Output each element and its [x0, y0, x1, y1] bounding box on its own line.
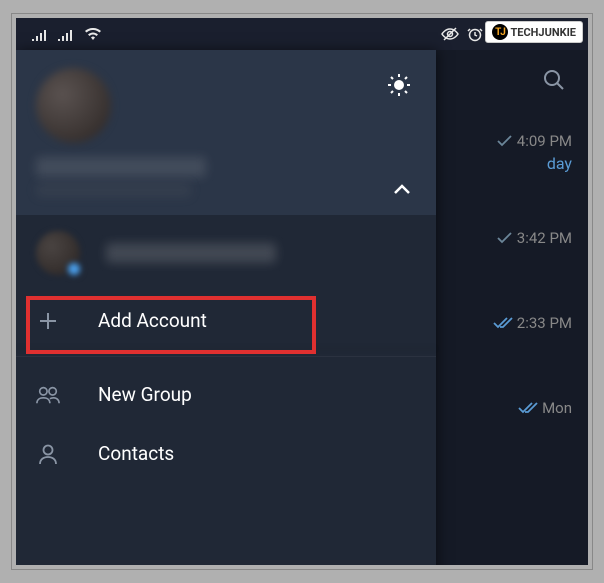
check-icon — [497, 232, 513, 244]
drawer-header — [16, 50, 436, 215]
chat-list-item[interactable]: 4:09 PM day — [428, 110, 588, 195]
menu-label: Contacts — [98, 442, 174, 465]
check-double-icon — [493, 317, 513, 329]
search-icon[interactable] — [542, 68, 566, 92]
alarm-icon — [467, 26, 483, 42]
profile-phone — [36, 183, 191, 197]
menu-label: New Group — [98, 383, 192, 406]
watermark-logo: TJ — [492, 24, 508, 40]
chat-list-background: 4:09 PM day 3:42 PM 2:33 PM — [428, 50, 588, 569]
menu-contacts[interactable]: Contacts — [16, 424, 436, 483]
theme-toggle-icon[interactable] — [386, 72, 412, 98]
profile-name — [36, 157, 206, 177]
check-double-icon — [518, 402, 538, 414]
chat-list-item[interactable]: 2:33 PM — [428, 280, 588, 365]
wifi-icon — [84, 27, 102, 41]
chat-list-item[interactable]: Mon — [428, 365, 588, 450]
account-avatar — [36, 231, 80, 275]
watermark: TJ TECHJUNKIE — [485, 21, 583, 43]
chat-time: Mon — [542, 399, 572, 417]
add-account-label: Add Account — [98, 309, 207, 332]
check-icon — [497, 135, 513, 147]
account-active-badge — [66, 261, 82, 277]
group-icon — [36, 385, 60, 405]
chat-time: 2:33 PM — [517, 314, 572, 332]
chat-time: 3:42 PM — [517, 229, 572, 247]
add-account-button[interactable]: Add Account — [16, 291, 436, 350]
signal-sim2-icon — [58, 27, 74, 41]
plus-icon — [36, 310, 60, 332]
divider — [16, 356, 436, 357]
device-frame: TJ TECHJUNKIE 32 4:15 — [12, 14, 592, 569]
profile-avatar[interactable] — [36, 68, 111, 143]
account-row[interactable] — [16, 215, 436, 291]
chat-time: 4:09 PM — [517, 132, 572, 150]
nav-drawer: Add Account New Group Contacts — [16, 50, 436, 569]
watermark-text: TECHJUNKIE — [510, 26, 576, 39]
account-name — [106, 243, 276, 263]
contact-icon — [36, 443, 60, 465]
signal-icon — [32, 27, 48, 41]
menu-new-group[interactable]: New Group — [16, 365, 436, 424]
collapse-accounts-icon[interactable] — [392, 183, 412, 197]
chat-list-item[interactable]: 3:42 PM — [428, 195, 588, 280]
eye-icon — [441, 27, 459, 41]
chat-day-label: day — [547, 154, 572, 173]
